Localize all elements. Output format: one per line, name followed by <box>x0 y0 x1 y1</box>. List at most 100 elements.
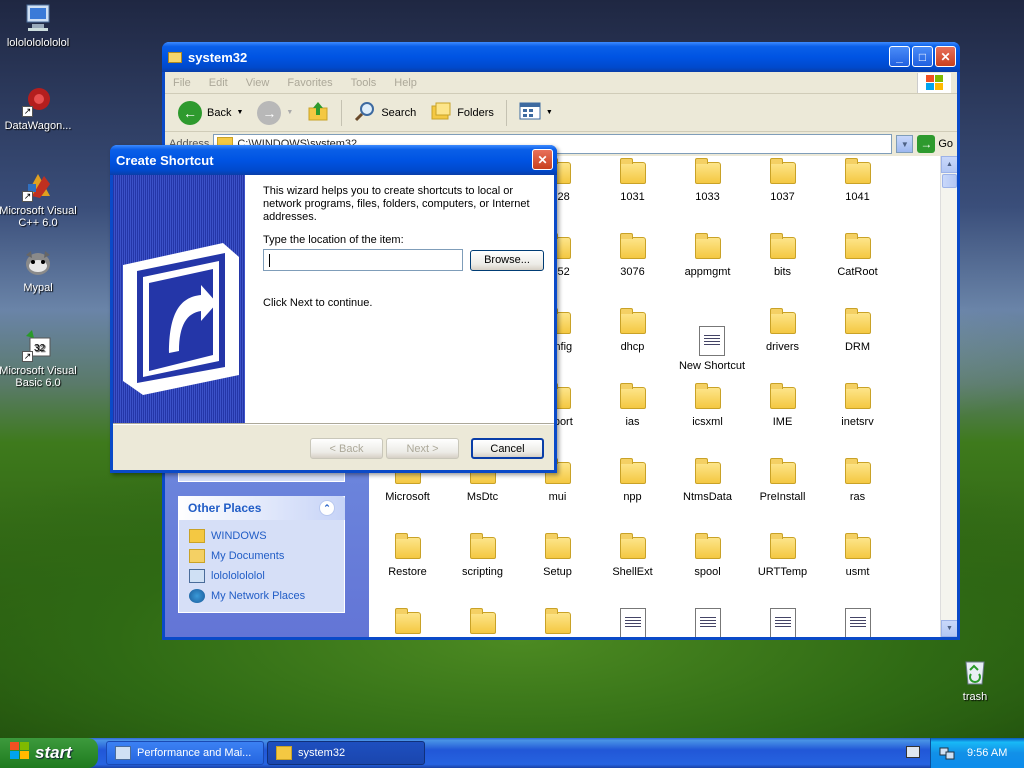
shortcut-item[interactable]: New Shortcut <box>670 326 754 372</box>
search-button[interactable]: Search <box>349 97 421 128</box>
other-places-body: WINDOWS My Documents lolololololol My Ne… <box>178 520 345 613</box>
address-dropdown-button[interactable]: ▼ <box>896 135 914 153</box>
folder-item[interactable]: 1031 <box>595 158 670 203</box>
minimize-button[interactable]: _ <box>889 46 910 67</box>
datawagon-icon: ↗ <box>22 85 54 117</box>
next-button[interactable]: Next > <box>386 438 459 459</box>
folder-item[interactable]: npp <box>595 458 670 503</box>
desktop-icon-visual-basic[interactable]: 32 ↗ Microsoft Visual Basic 6.0 <box>0 330 78 389</box>
back-button[interactable]: ← Back ▼ <box>173 98 248 128</box>
maximize-button[interactable]: □ <box>912 46 933 67</box>
place-windows[interactable]: WINDOWS <box>189 526 334 546</box>
other-places-header[interactable]: Other Places ⌃ <box>178 496 345 520</box>
cancel-button[interactable]: Cancel <box>471 438 544 459</box>
folder-item[interactable] <box>520 608 595 637</box>
folder-item[interactable]: IME <box>745 383 820 428</box>
menu-help[interactable]: Help <box>394 77 417 89</box>
taskbar-button-performance[interactable]: Performance and Mai... <box>106 741 264 765</box>
location-input[interactable] <box>263 249 463 271</box>
desktop-icon-visual-cpp[interactable]: ↗ Microsoft Visual C++ 6.0 <box>0 170 78 229</box>
vertical-scrollbar[interactable]: ▲ ▼ <box>940 156 957 637</box>
folder-item[interactable]: 1033 <box>670 158 745 203</box>
desktop-icon-label: Mypal <box>23 282 53 294</box>
menu-edit[interactable]: Edit <box>209 77 228 89</box>
up-folder-icon <box>307 100 329 125</box>
menu-view[interactable]: View <box>246 77 270 89</box>
folder-icon <box>694 383 721 409</box>
place-my-network-places[interactable]: My Network Places <box>189 586 334 606</box>
views-button[interactable]: ▼ <box>514 98 558 127</box>
item-label: appmgmt <box>684 266 731 278</box>
folder-item[interactable]: Setup <box>520 533 595 578</box>
collapse-chevron-icon[interactable]: ⌃ <box>319 500 335 516</box>
place-my-computer[interactable]: lolololololol <box>189 566 334 586</box>
desktop-icon-label: Microsoft Visual Basic 6.0 <box>0 365 77 389</box>
scroll-up-button[interactable]: ▲ <box>941 156 957 173</box>
folder-item[interactable]: Restore <box>370 533 445 578</box>
forward-button[interactable]: → ▼ <box>252 98 298 128</box>
back-button[interactable]: < Back <box>310 438 383 459</box>
desktop-icon-my-computer[interactable]: lololololololol <box>0 2 78 49</box>
item-label: URTTemp <box>757 566 808 578</box>
taskbar-button-system32[interactable]: system32 <box>267 741 425 765</box>
scroll-thumb[interactable] <box>942 174 957 188</box>
desktop-icon-mypal[interactable]: Mypal <box>0 247 78 294</box>
folder-item[interactable]: drivers <box>745 308 820 353</box>
desktop-icon-recycle-bin[interactable]: trash <box>935 656 1015 703</box>
menu-tools[interactable]: Tools <box>351 77 377 89</box>
folder-item[interactable]: 3076 <box>595 233 670 278</box>
clock[interactable]: 9:56 AM <box>967 747 1007 759</box>
dialog-titlebar[interactable]: Create Shortcut ✕ <box>110 145 557 175</box>
folder-icon <box>844 383 871 409</box>
folder-item[interactable]: 1037 <box>745 158 820 203</box>
folder-item[interactable]: 1041 <box>820 158 895 203</box>
menu-file[interactable]: File <box>173 77 191 89</box>
folder-item[interactable]: URTTemp <box>745 533 820 578</box>
toolbar-separator <box>505 99 507 126</box>
go-button[interactable]: → Go <box>917 135 953 153</box>
folder-item[interactable]: usmt <box>820 533 895 578</box>
folder-item[interactable]: icsxml <box>670 383 745 428</box>
network-icon[interactable] <box>939 744 955 763</box>
folder-item[interactable]: appmgmt <box>670 233 745 278</box>
folder-item[interactable]: ShellExt <box>595 533 670 578</box>
folder-item[interactable]: inetsrv <box>820 383 895 428</box>
folder-item[interactable]: spool <box>670 533 745 578</box>
up-button[interactable] <box>302 97 334 128</box>
folder-item[interactable]: PreInstall <box>745 458 820 503</box>
folder-item[interactable]: dhcp <box>595 308 670 353</box>
file-item[interactable] <box>745 608 820 637</box>
go-arrow-icon: → <box>917 135 936 153</box>
folder-item[interactable]: ras <box>820 458 895 503</box>
keyboard-icon[interactable] <box>906 746 920 758</box>
folder-item[interactable]: scripting <box>445 533 520 578</box>
folder-icon <box>769 233 796 259</box>
folder-item[interactable]: CatRoot <box>820 233 895 278</box>
desktop-icon-datawagon[interactable]: ↗ DataWagon... <box>0 85 78 132</box>
close-button[interactable]: ✕ <box>935 46 956 67</box>
folder-item[interactable] <box>370 608 445 637</box>
file-item[interactable] <box>820 608 895 637</box>
chevron-down-icon: ▼ <box>545 109 553 116</box>
file-item[interactable] <box>670 608 745 637</box>
dialog-close-button[interactable]: ✕ <box>532 149 553 170</box>
place-my-documents[interactable]: My Documents <box>189 546 334 566</box>
dialog-title: Create Shortcut <box>116 152 214 168</box>
folder-item[interactable]: DRM <box>820 308 895 353</box>
folder-item[interactable]: NtmsData <box>670 458 745 503</box>
start-button[interactable]: start <box>0 738 98 768</box>
continue-text: Click Next to continue. <box>263 297 373 309</box>
folder-item[interactable] <box>445 608 520 637</box>
scroll-down-button[interactable]: ▼ <box>941 620 957 637</box>
folders-button[interactable]: Folders <box>425 97 499 128</box>
menu-favorites[interactable]: Favorites <box>287 77 332 89</box>
shortcut-file-icon <box>699 326 725 356</box>
place-label: WINDOWS <box>211 530 267 542</box>
folder-item[interactable]: ias <box>595 383 670 428</box>
folder-item[interactable]: bits <box>745 233 820 278</box>
file-item[interactable] <box>595 608 670 637</box>
wizard-banner <box>113 175 245 423</box>
explorer-titlebar[interactable]: system32 _ □ ✕ <box>162 42 960 72</box>
browse-button[interactable]: Browse... <box>470 249 544 271</box>
file-icon <box>844 608 871 637</box>
